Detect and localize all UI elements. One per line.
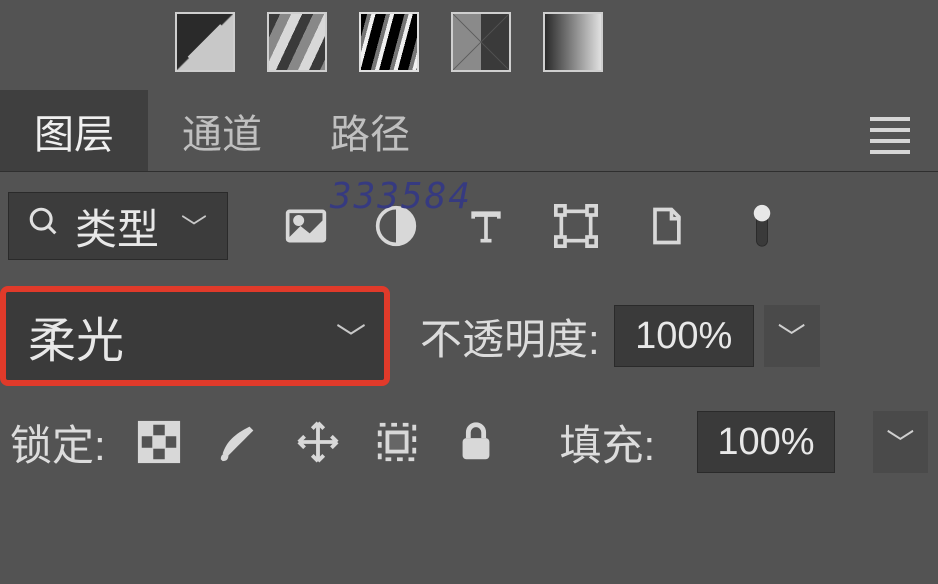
opacity-chevron-button[interactable]: ﹀ xyxy=(764,305,820,367)
gradient-preset-linear-icon[interactable] xyxy=(543,12,603,72)
filter-toggle-switch[interactable] xyxy=(732,202,792,250)
gradient-preset-denied-icon[interactable] xyxy=(175,12,235,72)
lock-artboard-icon[interactable] xyxy=(371,416,422,468)
search-icon xyxy=(27,205,61,248)
filter-type-text-icon[interactable] xyxy=(462,202,510,250)
tab-paths[interactable]: 路径 xyxy=(296,90,444,171)
blend-mode-row: 柔光 ﹀ 不透明度: 100% ﹀ xyxy=(0,280,938,392)
chevron-down-icon: ﹀ xyxy=(336,314,366,358)
fill-input[interactable]: 100% xyxy=(697,411,835,473)
filter-kind-label: 类型 xyxy=(75,196,159,257)
filter-shape-icon[interactable] xyxy=(552,202,600,250)
filter-kind-dropdown[interactable]: 类型 ﹀ xyxy=(8,192,228,260)
gradient-toolbar xyxy=(0,0,938,90)
gradient-preset-stripes-icon[interactable] xyxy=(267,12,327,72)
lock-label: 锁定: xyxy=(10,412,106,473)
gradient-preset-diagonal-icon[interactable] xyxy=(451,12,511,72)
lock-transparency-icon[interactable] xyxy=(134,416,185,468)
panel-tabs: 图层 通道 路径 xyxy=(0,90,938,172)
lock-row: 锁定: 填充: 100% xyxy=(0,392,938,492)
opacity-input[interactable]: 100% xyxy=(614,305,754,367)
filter-pixel-icon[interactable] xyxy=(282,202,330,250)
filter-adjustment-icon[interactable] xyxy=(372,202,420,250)
blend-mode-value: 柔光 xyxy=(28,301,124,371)
filter-type-icons xyxy=(282,202,792,250)
opacity-label: 不透明度: xyxy=(420,306,600,367)
layer-filter-row: 333584 类型 ﹀ xyxy=(0,172,938,280)
tab-layers[interactable]: 图层 xyxy=(0,90,148,171)
fill-chevron-button[interactable]: ﹀ xyxy=(873,411,928,473)
lock-position-move-icon[interactable] xyxy=(292,416,343,468)
panel-menu-icon[interactable] xyxy=(870,117,910,145)
fill-label: 填充: xyxy=(559,412,655,473)
tab-channels[interactable]: 通道 xyxy=(148,90,296,171)
lock-image-brush-icon[interactable] xyxy=(213,416,264,468)
blend-mode-dropdown[interactable]: 柔光 ﹀ xyxy=(0,286,390,386)
filter-smartobject-icon[interactable] xyxy=(642,202,690,250)
lock-all-icon[interactable] xyxy=(450,416,501,468)
gradient-preset-noise-icon[interactable] xyxy=(359,12,419,72)
chevron-down-icon: ﹀ xyxy=(181,208,207,245)
